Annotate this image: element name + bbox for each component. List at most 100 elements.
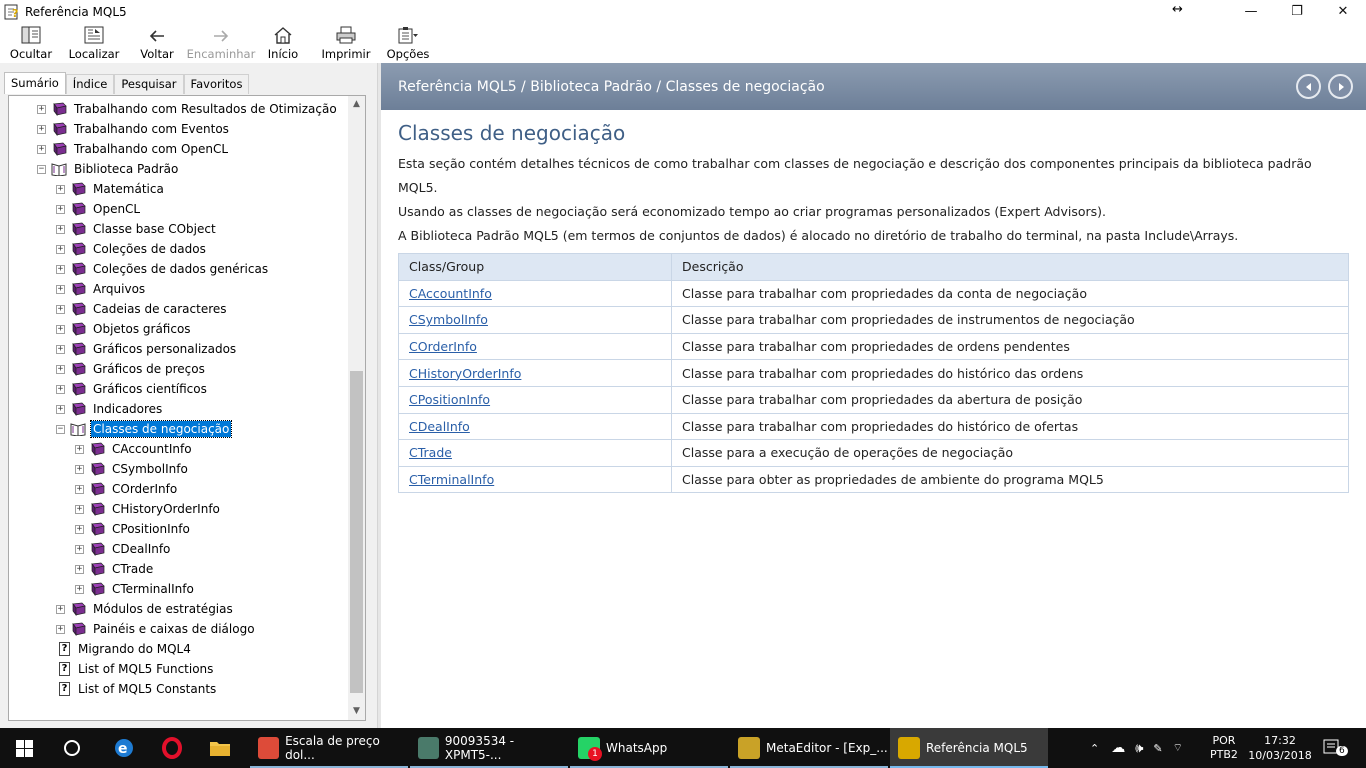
class-link[interactable]: COrderInfo — [409, 339, 477, 354]
tab-indice[interactable]: Índice — [65, 74, 115, 94]
class-link[interactable]: CAccountInfo — [409, 286, 492, 301]
tree-item[interactable]: + Gráficos personalizados — [56, 339, 238, 359]
tree-item[interactable]: + Coleções de dados — [56, 239, 208, 259]
edge-button[interactable]: e — [100, 728, 148, 768]
chevron-up-icon[interactable]: ⌃ — [1090, 742, 1099, 755]
tree-item[interactable]: + Trabalhando com OpenCL — [37, 139, 230, 159]
expand-icon[interactable]: + — [75, 444, 84, 454]
expand-icon[interactable]: + — [37, 124, 46, 134]
tab-pesquisar[interactable]: Pesquisar — [114, 74, 184, 94]
back-button[interactable]: Voltar — [140, 23, 174, 63]
wifi-icon[interactable]: ⌔ — [1173, 741, 1183, 755]
tree-item[interactable]: + Gráficos científicos — [56, 379, 209, 399]
tree-item[interactable]: + CSymbolInfo — [75, 459, 190, 479]
expand-icon[interactable]: + — [75, 524, 84, 534]
expand-icon[interactable]: + — [56, 244, 65, 254]
expand-icon[interactable]: + — [56, 204, 65, 214]
tree-item[interactable]: + Classe base CObject — [56, 219, 218, 239]
action-center-button[interactable]: 6 — [1322, 728, 1352, 768]
expand-icon[interactable]: + — [56, 284, 65, 294]
expand-icon[interactable]: + — [75, 584, 84, 594]
tree-item[interactable]: + Gráficos de preços — [56, 359, 207, 379]
taskbar-app[interactable]: Escala de preço dol... — [250, 728, 408, 768]
expand-icon[interactable]: + — [56, 184, 65, 194]
expand-icon[interactable]: + — [56, 304, 65, 314]
taskbar-app[interactable]: MetaEditor - [Exp_... — [730, 728, 888, 768]
tab-favoritos[interactable]: Favoritos — [183, 74, 250, 94]
scroll-up-icon[interactable]: ▲ — [348, 96, 365, 113]
class-link[interactable]: CPositionInfo — [409, 392, 490, 407]
expand-icon[interactable]: + — [75, 544, 84, 554]
tree-scrollbar[interactable]: ▲ ▼ — [348, 96, 365, 720]
start-button[interactable] — [0, 728, 48, 768]
class-link[interactable]: CHistoryOrderInfo — [409, 366, 521, 381]
pen-icon[interactable]: ✎ — [1153, 742, 1162, 755]
expand-icon[interactable]: + — [56, 604, 65, 614]
tree-item[interactable]: ? Migrando do MQL4 — [59, 639, 193, 659]
tree-item[interactable]: + Indicadores — [56, 399, 164, 419]
tree-item[interactable]: + Arquivos — [56, 279, 147, 299]
close-button[interactable]: ✕ — [1320, 0, 1366, 23]
expand-icon[interactable]: + — [56, 364, 65, 374]
locate-button[interactable]: Localizar — [69, 23, 119, 63]
class-link[interactable]: CTerminalInfo — [409, 472, 494, 487]
opera-button[interactable] — [148, 728, 196, 768]
forward-button[interactable]: Encaminhar — [187, 23, 255, 63]
tree-item[interactable]: + CDealInfo — [75, 539, 172, 559]
tree-item[interactable]: − Biblioteca Padrão — [37, 159, 180, 179]
cloud-icon[interactable]: ☁ — [1111, 740, 1125, 756]
tree-item[interactable]: ? List of MQL5 Functions — [59, 659, 215, 679]
expand-icon[interactable]: + — [56, 384, 65, 394]
maximize-button[interactable]: ❐ — [1274, 0, 1320, 23]
class-link[interactable]: CTrade — [409, 445, 452, 460]
expand-icon[interactable]: + — [56, 264, 65, 274]
tree-item[interactable]: + Coleções de dados genéricas — [56, 259, 270, 279]
tree-item[interactable]: + Matemática — [56, 179, 166, 199]
collapse-icon[interactable]: − — [37, 164, 46, 174]
tab-sumario[interactable]: Sumário — [4, 72, 66, 94]
scroll-thumb[interactable] — [350, 371, 363, 693]
expand-icon[interactable]: + — [56, 404, 65, 414]
tree-item[interactable]: + CTerminalInfo — [75, 579, 196, 599]
expand-icon[interactable]: + — [75, 464, 84, 474]
expand-icon[interactable]: + — [56, 344, 65, 354]
tree-item[interactable]: + CAccountInfo — [75, 439, 194, 459]
collapse-icon[interactable]: − — [56, 424, 65, 434]
tree-item[interactable]: + CHistoryOrderInfo — [75, 499, 222, 519]
tree-item[interactable]: + CTrade — [75, 559, 155, 579]
expand-icon[interactable]: + — [56, 224, 65, 234]
next-topic-button[interactable] — [1328, 74, 1353, 99]
scroll-down-icon[interactable]: ▼ — [348, 703, 365, 720]
expand-icon[interactable]: + — [56, 324, 65, 334]
tree-item[interactable]: + OpenCL — [56, 199, 142, 219]
tree-item[interactable]: + Módulos de estratégias — [56, 599, 235, 619]
taskbar-app[interactable]: Referência MQL5 — [890, 728, 1048, 768]
previous-topic-button[interactable] — [1296, 74, 1321, 99]
class-link[interactable]: CSymbolInfo — [409, 312, 488, 327]
expand-icon[interactable]: + — [37, 104, 46, 114]
tree-item[interactable]: + Trabalhando com Eventos — [37, 119, 231, 139]
hide-button[interactable]: Ocultar — [10, 23, 52, 63]
expand-icon[interactable]: + — [56, 624, 65, 634]
clock[interactable]: 17:32 10/03/2018 — [1248, 728, 1312, 768]
tree-item[interactable]: + Trabalhando com Resultados de Otimizaçã… — [37, 99, 339, 119]
tree-item[interactable]: − Classes de negociação — [56, 419, 233, 439]
print-button[interactable]: Imprimir — [322, 23, 370, 63]
expand-icon[interactable]: + — [75, 484, 84, 494]
options-button[interactable]: Opções — [387, 23, 429, 63]
tree-item[interactable]: + CPositionInfo — [75, 519, 192, 539]
minimize-button[interactable]: — — [1228, 0, 1274, 23]
taskbar-app[interactable]: 1 WhatsApp — [570, 728, 728, 768]
expand-icon[interactable]: + — [75, 564, 84, 574]
resize-icon[interactable]: ↔ — [1172, 2, 1183, 17]
tree-item[interactable]: + Objetos gráficos — [56, 319, 193, 339]
tree-item[interactable]: + Painéis e caixas de diálogo — [56, 619, 257, 639]
tree-item[interactable]: ? List of MQL5 Constants — [59, 679, 218, 699]
language-indicator[interactable]: POR PTB2 — [1210, 728, 1238, 768]
volume-icon[interactable]: 🕪 — [1135, 741, 1143, 756]
taskbar-app[interactable]: 90093534 - XPMT5-... — [410, 728, 568, 768]
tree-item[interactable]: + COrderInfo — [75, 479, 179, 499]
expand-icon[interactable]: + — [37, 144, 46, 154]
expand-icon[interactable]: + — [75, 504, 84, 514]
file-explorer-button[interactable] — [196, 728, 244, 768]
